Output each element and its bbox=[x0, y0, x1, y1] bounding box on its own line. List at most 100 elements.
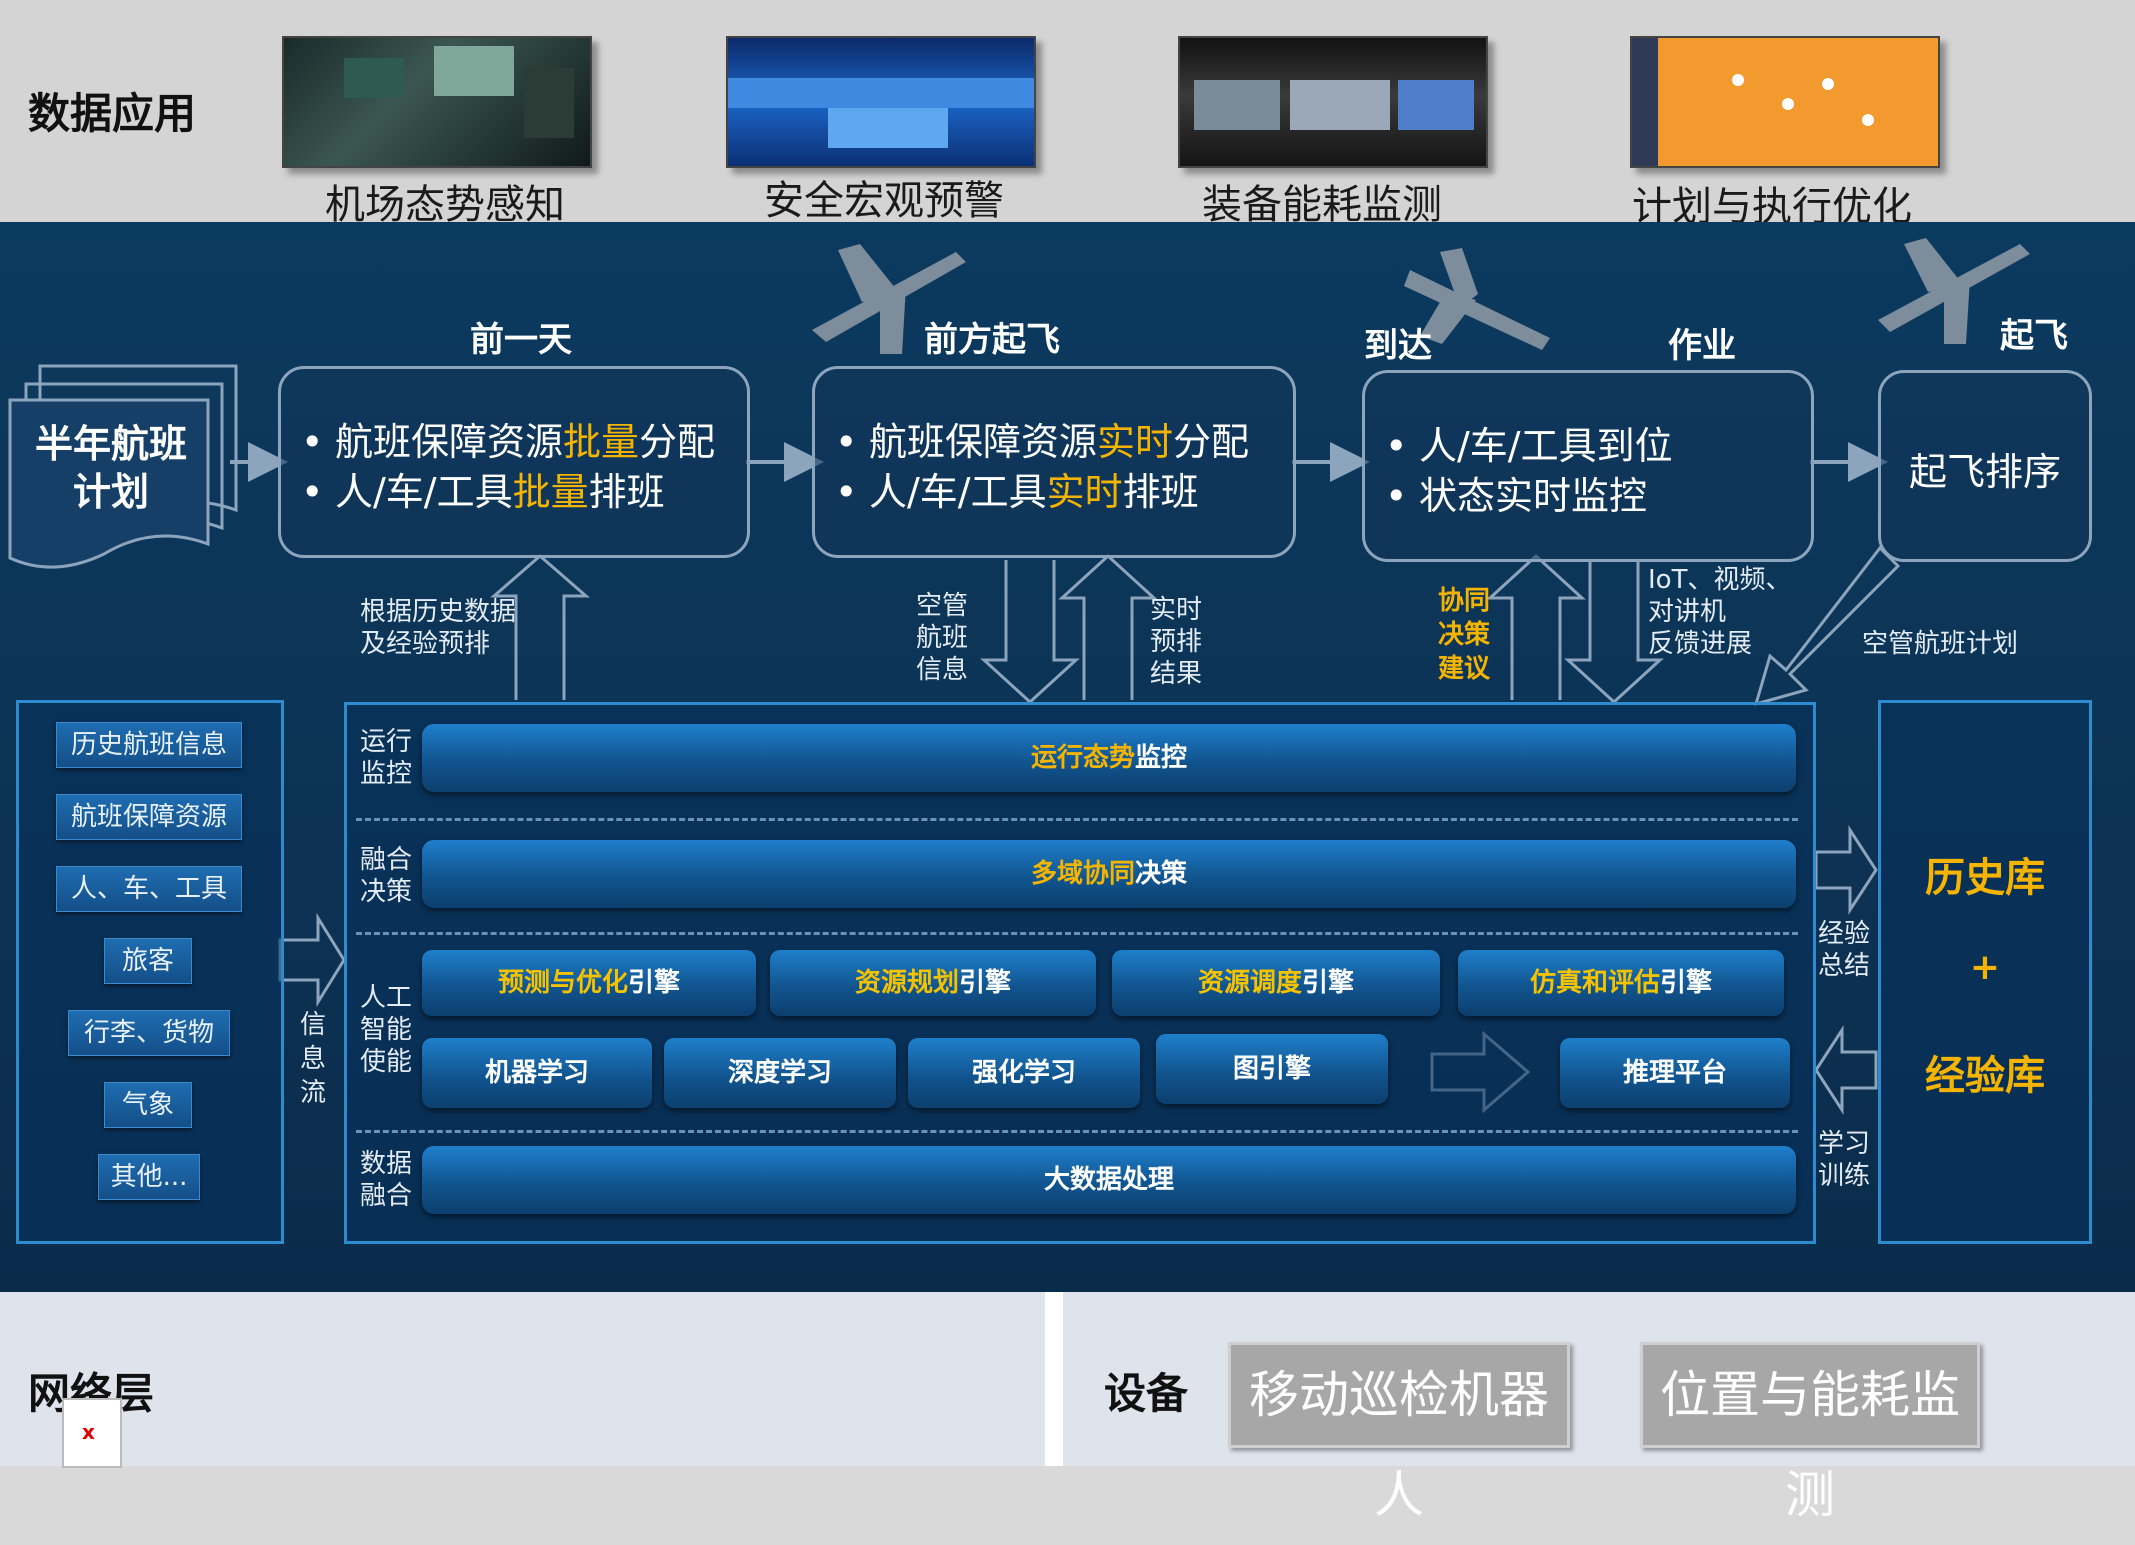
stage1-l2-post: 排班 bbox=[588, 470, 665, 514]
stage3-line1: • 人/车/工具到位 bbox=[1385, 415, 1673, 470]
annotation-coop-l3: 建议 bbox=[1438, 654, 1491, 684]
takeoff-sequencing: 起飞排序 bbox=[1908, 450, 2061, 494]
engine-highlight: 预测与优化 bbox=[497, 968, 628, 998]
source-weather: 气象 bbox=[104, 1082, 192, 1128]
info-flow-label: 信 息 流 bbox=[298, 1008, 328, 1110]
row-label-data-l1: 数据 bbox=[360, 1149, 413, 1179]
row-label-ai-l2: 智能 bbox=[360, 1015, 413, 1045]
bullet: • bbox=[301, 420, 324, 464]
experience-library: 经验库 bbox=[1925, 1053, 2045, 1099]
stage-title-arrival: 到达 bbox=[1364, 326, 1432, 366]
annotation-iot: IoT、视频、 对讲机 反馈进展 bbox=[1648, 564, 1791, 660]
stage3-l2: 状态实时监控 bbox=[1419, 474, 1648, 518]
source-baggage-cargo: 行李、货物 bbox=[68, 1010, 230, 1056]
annotation-pre-l2: 预排 bbox=[1150, 627, 1203, 657]
engine-resource-scheduling: 资源调度引擎 bbox=[1112, 950, 1440, 1016]
stage3-l1: 人/车/工具到位 bbox=[1419, 424, 1673, 468]
bullet: • bbox=[301, 470, 324, 514]
info-flow-char: 息 bbox=[299, 1044, 326, 1074]
big-data-processing-bar: 大数据处理 bbox=[422, 1146, 1796, 1214]
stage1-l1-pre: 航班保障资源 bbox=[335, 420, 564, 464]
annotation-coop-l2: 决策 bbox=[1438, 620, 1491, 650]
stage2-l2-pre: 人/车/工具 bbox=[869, 470, 1047, 514]
engine-resource-planning: 资源规划引擎 bbox=[770, 950, 1096, 1016]
annotation-iot-l2: 对讲机 bbox=[1648, 597, 1727, 627]
engine-suffix: 引擎 bbox=[1302, 968, 1355, 998]
engine-highlight: 资源调度 bbox=[1197, 968, 1302, 998]
engine-suffix: 引擎 bbox=[959, 968, 1012, 998]
bullet: • bbox=[1385, 474, 1408, 518]
broken-image-icon: x bbox=[62, 1398, 122, 1468]
engine-simulation-evaluation: 仿真和评估引擎 bbox=[1458, 950, 1784, 1016]
engine-highlight: 资源规划 bbox=[854, 968, 959, 998]
source-people-vehicles-tools: 人、车、工具 bbox=[56, 866, 242, 912]
device-title: 设备 bbox=[1104, 1369, 1189, 1418]
experience-summary-label: 经验 总结 bbox=[1818, 918, 1870, 982]
stage-takeoff-box: 起飞排序 bbox=[1878, 370, 2092, 562]
row-label-ops-l2: 监控 bbox=[360, 759, 413, 789]
stage1-l1-post: 分配 bbox=[639, 420, 716, 464]
annotation-coop-l1: 协同 bbox=[1438, 586, 1491, 616]
source-flight-resources: 航班保障资源 bbox=[56, 794, 242, 840]
row-divider bbox=[356, 1130, 1798, 1133]
stage1-line1: • 航班保障资源批量分配 bbox=[301, 411, 715, 466]
reinforcement-learning-block: 强化学习 bbox=[908, 1038, 1140, 1108]
source-history-flights: 历史航班信息 bbox=[56, 722, 242, 768]
stage2-l2-highlight: 实时 bbox=[1046, 470, 1123, 514]
deep-learning-block: 深度学习 bbox=[664, 1038, 896, 1108]
train-l2: 训练 bbox=[1818, 1161, 1871, 1191]
device-patrol-robot: 移动巡检机器人 bbox=[1228, 1342, 1570, 1524]
source-others: 其他... bbox=[98, 1154, 200, 1200]
stage-arrival-operation-box: • 人/车/工具到位 • 状态实时监控 bbox=[1362, 370, 1814, 562]
annotation-iot-l3: 反馈进展 bbox=[1648, 629, 1753, 659]
annotation-atc-l3: 信息 bbox=[916, 655, 969, 685]
broken-image-mark: x bbox=[82, 1420, 95, 1444]
bottom-divider bbox=[1045, 1292, 1063, 1466]
half-year-plan-line1: 半年航班 bbox=[34, 422, 187, 466]
bullet: • bbox=[835, 470, 858, 514]
ops-monitoring-bar: 运行态势监控 bbox=[422, 724, 1796, 792]
engine-suffix: 引擎 bbox=[628, 968, 681, 998]
row-label-data: 数据 融合 bbox=[360, 1148, 412, 1212]
annotation-history-l2: 及经验预排 bbox=[360, 629, 491, 659]
row-label-data-l2: 融合 bbox=[360, 1181, 413, 1211]
engine-predict-optimize: 预测与优化引擎 bbox=[422, 950, 756, 1016]
annotation-history-l1: 根据历史数据 bbox=[360, 597, 517, 627]
stage-front-takeoff-box: • 航班保障资源实时分配 • 人/车/工具实时排班 bbox=[812, 366, 1296, 558]
stage2-l1-post: 分配 bbox=[1173, 420, 1250, 464]
stage2-line2: • 人/车/工具实时排班 bbox=[835, 461, 1199, 516]
device-location-energy-monitor: 位置与能耗监测 bbox=[1640, 1342, 1980, 1524]
stage1-l1-highlight: 批量 bbox=[563, 420, 640, 464]
source-passengers: 旅客 bbox=[104, 938, 192, 984]
row-label-ops: 运行 监控 bbox=[360, 726, 412, 790]
train-l1: 学习 bbox=[1818, 1129, 1871, 1159]
info-flow-char: 信 bbox=[299, 1010, 326, 1040]
annotation-atc-info: 空管 航班 信息 bbox=[916, 590, 968, 686]
stage-title-front-takeoff: 前方起飞 bbox=[924, 320, 1060, 360]
info-flow-char: 流 bbox=[299, 1078, 326, 1108]
annotation-atc-l2: 航班 bbox=[916, 623, 969, 653]
row-label-fusion-l1: 融合 bbox=[360, 845, 413, 875]
row-label-ops-l1: 运行 bbox=[360, 727, 413, 757]
inference-platform-block: 推理平台 bbox=[1560, 1038, 1790, 1108]
multi-domain-decision-bar: 多域协同决策 bbox=[422, 840, 1796, 908]
annotation-pre-l3: 结果 bbox=[1150, 659, 1203, 689]
stage2-l1-pre: 航班保障资源 bbox=[869, 420, 1098, 464]
plus-sign: + bbox=[1969, 947, 2001, 988]
machine-learning-block: 机器学习 bbox=[422, 1038, 652, 1108]
annotation-pre-result: 实时 预排 结果 bbox=[1150, 594, 1202, 690]
engine-highlight: 仿真和评估 bbox=[1529, 968, 1660, 998]
stage-title-operation: 作业 bbox=[1668, 326, 1736, 366]
learning-training-label: 学习 训练 bbox=[1818, 1128, 1870, 1192]
half-year-flight-plan: 半年航班 计划 bbox=[26, 420, 196, 516]
row-label-fusion-l2: 决策 bbox=[360, 877, 413, 907]
history-library: 历史库 bbox=[1925, 855, 2045, 901]
half-year-plan-line2: 计划 bbox=[72, 470, 149, 514]
ops-bar-post: 监控 bbox=[1135, 743, 1188, 773]
summary-l1: 经验 bbox=[1818, 919, 1871, 949]
engine-suffix: 引擎 bbox=[1660, 968, 1713, 998]
stage2-line1: • 航班保障资源实时分配 bbox=[835, 411, 1249, 466]
graph-engine-block: 图引擎 bbox=[1156, 1034, 1388, 1104]
annotation-atc-l1: 空管 bbox=[916, 591, 969, 621]
fusion-bar-post: 决策 bbox=[1135, 859, 1188, 889]
